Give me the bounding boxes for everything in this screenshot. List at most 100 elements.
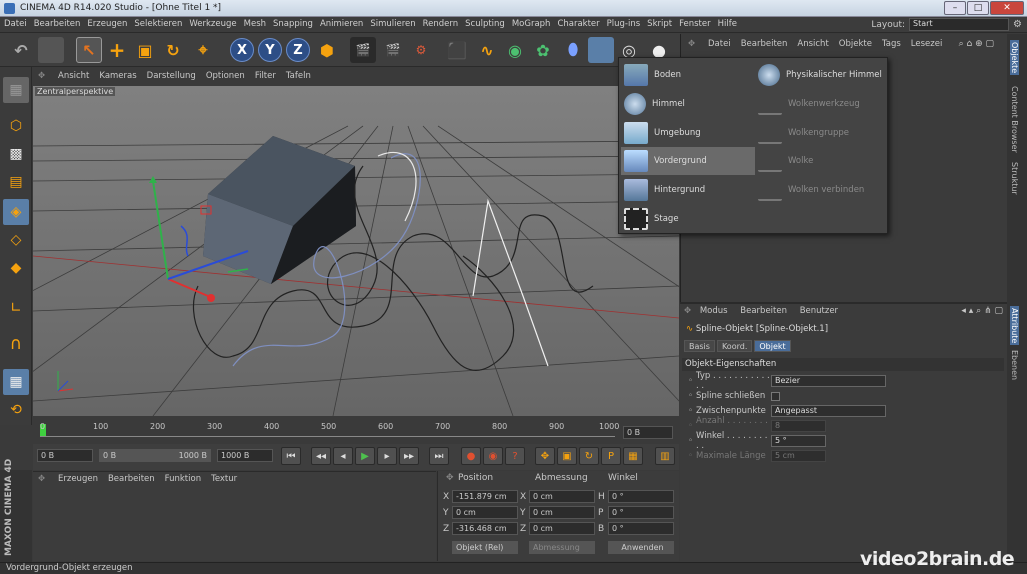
undo-icon[interactable]: ↶ [8,37,34,63]
material-menu-erzeugen[interactable]: Erzeugen [53,472,103,484]
current-frame-field[interactable]: 0 B [623,426,673,439]
pos-y-field[interactable]: 0 cm [452,506,518,519]
pos-z-field[interactable]: -316.468 cm [452,522,518,535]
axis-mode-icon[interactable]: ∟ [3,295,29,321]
object-menu-ansicht[interactable]: Ansicht [792,38,833,49]
menu-simulieren[interactable]: Simulieren [366,17,418,29]
x-axis-button[interactable]: X [230,38,254,62]
rot-p-field[interactable]: 0 ° [608,506,674,519]
zwischenpunkte-select[interactable]: Angepasst [771,405,887,417]
winkel-field[interactable]: 5 ° [771,435,827,447]
close-button[interactable]: ✕ [990,1,1024,15]
render-picture-viewer-icon[interactable]: 🎬 [380,37,406,63]
key-pla-icon[interactable]: ▦ [623,447,643,465]
size-x-field[interactable]: 0 cm [529,490,595,503]
timeline-window-icon[interactable]: ▥ [655,447,675,465]
mograph-cloner-icon[interactable]: ✿ [530,37,556,63]
snap-icon[interactable]: ∩ [3,331,29,357]
dropdown-item-physikalischer-himmel[interactable]: Physikalischer Himmel [755,61,889,89]
make-editable-icon[interactable]: ▦ [3,77,29,103]
goto-prev-key-icon[interactable]: ◂◂ [311,447,331,465]
tab-koord[interactable]: Koord. [716,340,753,352]
prev-frame-icon[interactable]: ◂ [333,447,353,465]
coord-move-icon[interactable]: ✥ [446,473,454,483]
pos-x-field[interactable]: -151.879 cm [452,490,518,503]
play-icon[interactable]: ▶ [355,447,375,465]
lock-workplane-icon[interactable]: ▦ [3,369,29,395]
object-menu-datei[interactable]: Datei [703,38,736,49]
key-rotation-icon[interactable]: ↻ [579,447,599,465]
tab-objekt[interactable]: Objekt [754,340,791,352]
model-mode-icon[interactable]: ⬡ [3,113,29,139]
goto-start-icon[interactable]: ⏮ [281,447,301,465]
menu-mesh[interactable]: Mesh [240,17,269,29]
object-move-icon[interactable]: ✥ [683,38,700,49]
menu-mograph[interactable]: MoGraph [508,17,554,29]
dropdown-item-vordergrund[interactable]: Vordergrund [621,147,755,175]
cube-icon[interactable]: ⬛ [444,37,470,63]
dropdown-item-hintergrund[interactable]: Hintergrund [621,176,755,204]
object-menu-lesezeichen[interactable]: Lesezei [906,38,948,49]
size-y-field[interactable]: 0 cm [529,506,595,519]
move-tool-icon[interactable]: + [104,37,130,63]
points-mode-icon[interactable]: ◈ [3,199,29,225]
rot-b-field[interactable]: 0 ° [608,522,674,535]
start-frame-field[interactable]: 0 B [37,449,93,462]
menu-werkzeuge[interactable]: Werkzeuge [185,17,239,29]
viewport-move-icon[interactable]: ✥ [33,69,50,81]
side-tab-content-browser[interactable]: Content Browser [1010,86,1019,153]
z-axis-button[interactable]: Z [286,38,310,62]
viewport-menu-kameras[interactable]: Kameras [94,69,141,81]
key-param-icon[interactable]: P [601,447,621,465]
menu-fenster[interactable]: Fenster [675,17,714,29]
workplane-mode-icon[interactable]: ▤ [3,169,29,195]
side-tab-struktur[interactable]: Struktur [1010,162,1019,195]
maximize-button[interactable]: □ [967,1,989,15]
menu-charakter[interactable]: Charakter [553,17,602,29]
max-length-field[interactable]: 5 cm [771,450,827,462]
record-keys-icon[interactable]: ● [461,447,481,465]
rotate-tool-icon[interactable]: ↻ [160,37,186,63]
coord-size-select[interactable]: Abmessung [529,541,595,554]
polygons-mode-icon[interactable]: ◆ [3,255,29,281]
texture-mode-icon[interactable]: ▩ [3,141,29,167]
side-tab-ebenen[interactable]: Ebenen [1010,350,1019,380]
menu-bearbeiten[interactable]: Bearbeiten [30,17,84,29]
viewport-menu-filter[interactable]: Filter [250,69,281,81]
material-menu-textur[interactable]: Textur [206,472,242,484]
dropdown-item-umgebung[interactable]: Umgebung [621,119,755,147]
render-settings-icon[interactable]: ⚙ [408,37,434,63]
end-frame-field[interactable]: 1000 B [217,449,273,462]
3d-viewport[interactable] [33,86,679,416]
side-tab-attribute[interactable]: Attribute [1010,306,1019,346]
menu-rendern[interactable]: Rendern [419,17,462,29]
viewport-menu-optionen[interactable]: Optionen [201,69,250,81]
select-tool-icon[interactable]: ↖ [76,37,102,63]
y-axis-button[interactable]: Y [258,38,282,62]
side-tab-objekte[interactable]: Objekte [1010,40,1019,76]
goto-next-key-icon[interactable]: ▸▸ [399,447,419,465]
material-menu-bearbeiten[interactable]: Bearbeiten [103,472,160,484]
material-move-icon[interactable]: ✥ [33,472,50,484]
object-menu-objekte[interactable]: Objekte [834,38,877,49]
attribute-menu-benutzer[interactable]: Benutzer [800,306,838,316]
dropdown-item-stage[interactable]: Stage [621,205,755,233]
edges-mode-icon[interactable]: ◇ [3,227,29,253]
layout-settings-icon[interactable]: ⚙ [1013,19,1022,30]
typ-select[interactable]: Bezier [771,375,887,387]
viewport-menu-darstellung[interactable]: Darstellung [142,69,201,81]
key-scale-icon[interactable]: ▣ [557,447,577,465]
redo-icon[interactable] [38,37,64,63]
deformer-icon[interactable]: ⬮ [560,37,586,63]
scene-floor-icon[interactable] [588,37,614,63]
menu-snapping[interactable]: Snapping [269,17,316,29]
auto-key-icon[interactable]: ◉ [483,447,503,465]
planar-workplane-icon[interactable]: ⟲ [3,397,29,423]
attribute-menu-modus[interactable]: Modus [700,306,728,316]
menu-hilfe[interactable]: Hilfe [714,17,740,29]
coordinate-system-icon[interactable]: ⬢ [314,37,340,63]
goto-end-icon[interactable]: ⏭ [429,447,449,465]
keyframe-selection-icon[interactable]: ? [505,447,525,465]
recent-tool-icon[interactable]: ⌖ [190,37,216,63]
nurbs-icon[interactable]: ◉ [502,37,528,63]
